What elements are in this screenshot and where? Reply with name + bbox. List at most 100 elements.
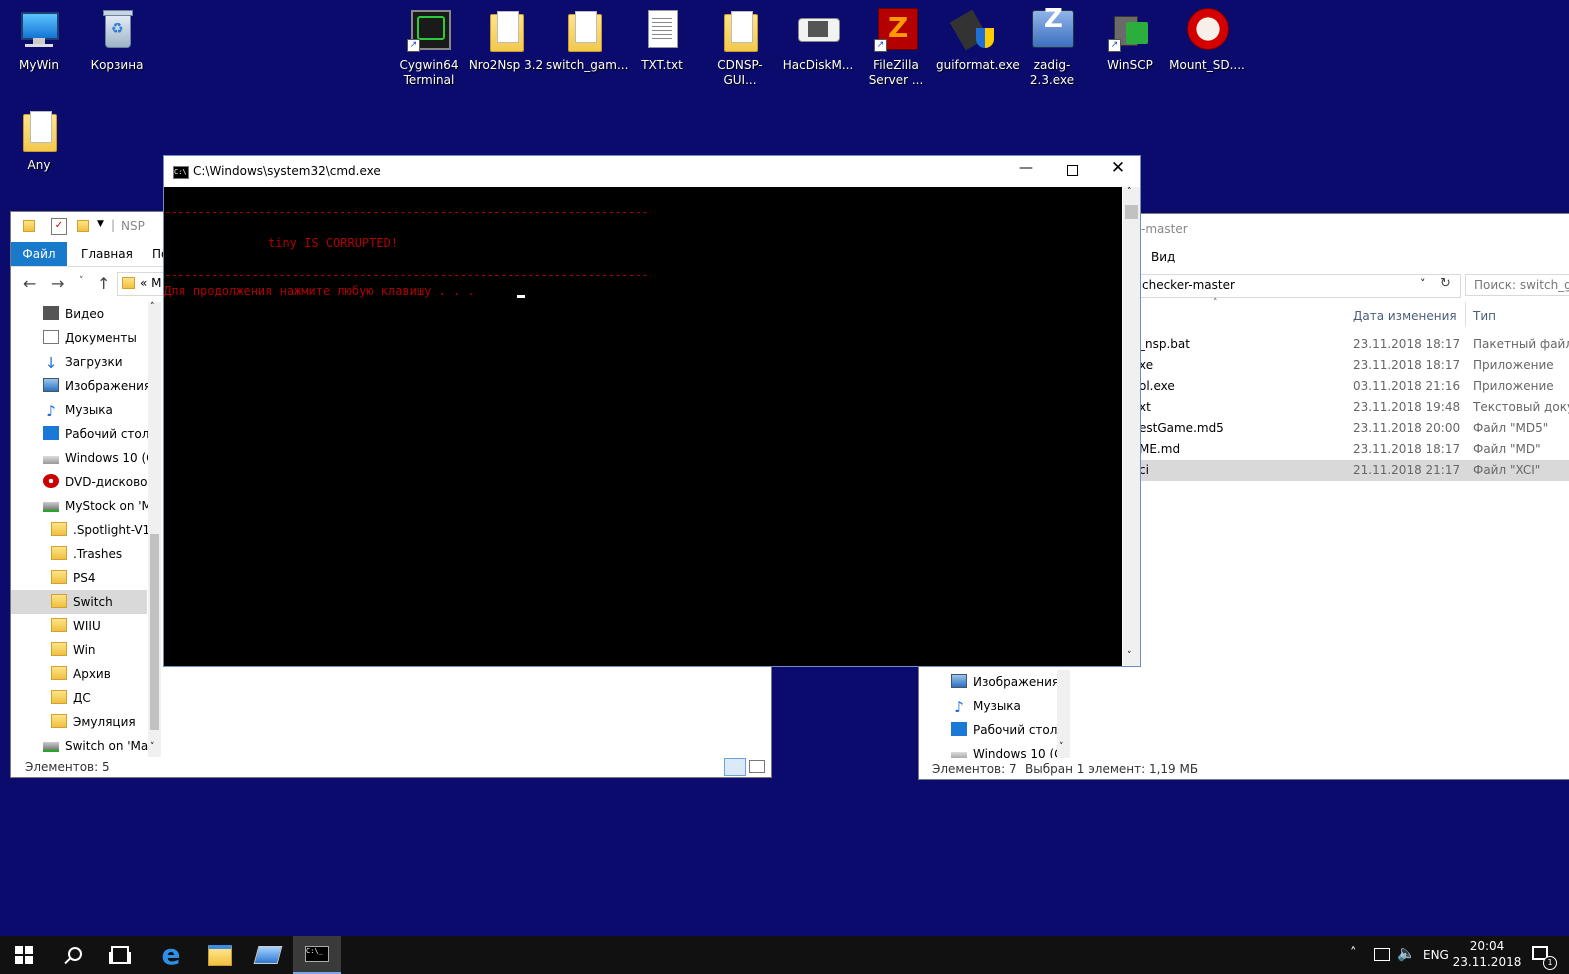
- details-view-icon[interactable]: [724, 758, 746, 776]
- maximize-button[interactable]: [1052, 160, 1092, 182]
- nav-item-mystock[interactable]: MyStock on 'Ma: [43, 494, 159, 518]
- nav-item-music[interactable]: ♪ Музыка: [43, 398, 113, 422]
- desktop-icon-switch-gam[interactable]: switch_gam...: [546, 8, 628, 73]
- address-text: « M: [140, 276, 162, 290]
- taskbar-file-explorer[interactable]: [196, 936, 244, 974]
- taskbar-cmd[interactable]: C:\_: [293, 936, 341, 974]
- nav-item-desktop[interactable]: Рабочий стол: [951, 718, 1057, 742]
- ribbon-tab-home[interactable]: Главная: [81, 247, 133, 261]
- recent-dropdown-icon[interactable]: ˅: [79, 276, 84, 286]
- scroll-up-icon[interactable]: ˄: [150, 302, 155, 312]
- desktop-icon-cdnsp[interactable]: CDNSP-GUI...: [702, 8, 778, 88]
- nav-item-drive-c[interactable]: Windows 10 (C:: [951, 742, 1067, 758]
- desktop-icon-cygwin[interactable]: ↗ Cygwin64 Terminal: [391, 8, 467, 88]
- desktop-icon-winscp[interactable]: ↗ WinSCP: [1092, 8, 1168, 73]
- nav-item-folder[interactable]: Win: [51, 638, 96, 662]
- scrollbar-thumb[interactable]: [150, 534, 159, 730]
- nav-item-documents[interactable]: Документы: [43, 326, 137, 350]
- video-icon: [43, 306, 59, 320]
- cmd-scrollbar[interactable]: ˄ ˅: [1123, 187, 1140, 666]
- dvd-drive-icon: [43, 474, 59, 488]
- nav-item-folder[interactable]: Архив: [51, 662, 111, 686]
- nav-item-folder[interactable]: .Trashes: [51, 542, 122, 566]
- new-folder-icon[interactable]: [77, 220, 89, 232]
- properties-icon[interactable]: ✓: [51, 218, 67, 235]
- show-hidden-icons-icon[interactable]: ˄: [1350, 946, 1357, 961]
- nav-item-downloads[interactable]: ↓ Загрузки: [43, 350, 123, 374]
- nav-item-pictures[interactable]: Изображения: [951, 670, 1059, 694]
- nav-item-switch-network[interactable]: Switch on 'Mac': [43, 734, 158, 757]
- taskbar-edge[interactable]: e: [147, 936, 195, 974]
- column-header-type[interactable]: Тип: [1473, 309, 1496, 323]
- desktop-icon-nro2nsp[interactable]: Nro2Nsp 3.2: [468, 8, 544, 73]
- desktop-icon-filezilla[interactable]: Z ↗ FileZilla Server ...: [858, 8, 934, 88]
- documents-icon: [43, 330, 59, 344]
- desktop-icon-mount-sd[interactable]: Mount_SD....: [1169, 8, 1245, 73]
- nav-item-drive-c[interactable]: Windows 10 (C:: [43, 446, 159, 470]
- status-bar: Элементов: 5: [11, 757, 771, 777]
- nav-item-pictures[interactable]: Изображения: [43, 374, 151, 398]
- clock-date: 23.11.2018: [1452, 955, 1522, 969]
- forward-arrow-icon[interactable]: →: [51, 274, 64, 293]
- cmd-title: C:\Windows\system32\cmd.exe: [193, 164, 381, 178]
- desktop-icon-hacdisk[interactable]: HacDiskM...: [780, 8, 856, 73]
- ribbon-tab-view[interactable]: Вид: [1151, 250, 1175, 264]
- desktop-icon-label: Mount_SD....: [1169, 58, 1245, 72]
- large-icons-view-icon[interactable]: [749, 760, 765, 773]
- navigation-pane: Изображения ♪ Музыка Рабочий стол Windows…: [919, 670, 1069, 758]
- desktop-icon-zadig[interactable]: Z zadig-2.3.exe: [1014, 6, 1090, 88]
- cmd-title-bar[interactable]: C:\ C:\Windows\system32\cmd.exe — ✕: [164, 156, 1140, 187]
- recycle-bin-icon: ♻: [95, 8, 139, 52]
- search-input[interactable]: Поиск: switch_ga: [1474, 278, 1569, 292]
- nav-item-folder[interactable]: PS4: [51, 566, 96, 590]
- minimize-button[interactable]: —: [1006, 160, 1046, 182]
- refresh-icon[interactable]: ↻: [1440, 276, 1451, 291]
- nav-item-folder[interactable]: WIIU: [51, 614, 101, 638]
- hard-drive-icon: [43, 456, 59, 464]
- nav-scrollbar[interactable]: ˄ ˅: [148, 302, 161, 757]
- nav-scrollbar[interactable]: ˅: [1057, 670, 1070, 758]
- scroll-up-icon[interactable]: ˄: [1127, 187, 1132, 197]
- pictures-icon: [43, 378, 59, 392]
- folder-icon: [23, 220, 35, 232]
- nav-item-dvd[interactable]: DVD-дисковод: [43, 470, 156, 494]
- language-indicator[interactable]: ENG: [1423, 948, 1449, 962]
- back-arrow-icon[interactable]: ←: [23, 274, 36, 293]
- column-header-date[interactable]: Дата изменения: [1353, 309, 1457, 323]
- clock[interactable]: 20:04 23.11.2018: [1452, 938, 1522, 972]
- scroll-down-icon[interactable]: ˅: [1127, 651, 1132, 661]
- desktop-icon-mywin[interactable]: MyWin: [1, 8, 77, 73]
- nav-item-video[interactable]: Видео: [43, 302, 104, 326]
- network-icon[interactable]: [1374, 948, 1390, 961]
- scroll-down-icon[interactable]: ˅: [1059, 742, 1064, 752]
- scroll-down-icon[interactable]: ˅: [150, 742, 155, 752]
- cmd-console[interactable]: ----------------------------------------…: [164, 187, 1122, 666]
- close-button[interactable]: ✕: [1098, 158, 1138, 182]
- nav-item-desktop[interactable]: Рабочий стол: [43, 422, 149, 446]
- desktop-icon-recycle-bin[interactable]: ♻ Корзина: [79, 8, 155, 73]
- volume-icon[interactable]: 🔈: [1397, 944, 1416, 962]
- search-button[interactable]: [48, 936, 96, 974]
- desktop-icon-guiformat[interactable]: guiformat.exe: [936, 8, 1020, 73]
- pictures-icon: [951, 674, 967, 688]
- taskbar-remote-app[interactable]: [244, 936, 292, 974]
- search-box[interactable]: Поиск: switch_ga: [1465, 274, 1569, 296]
- nav-item-folder[interactable]: Эмуляция: [51, 710, 136, 734]
- nav-item-folder[interactable]: ДС: [51, 686, 91, 710]
- address-bar[interactable]: checker-master ˅ ↻: [1139, 274, 1461, 298]
- ribbon-tab-file[interactable]: Файл: [11, 242, 67, 266]
- start-button[interactable]: [0, 936, 48, 974]
- task-view-button[interactable]: [96, 936, 144, 974]
- nav-item-folder[interactable]: .Spotlight-V10: [51, 518, 158, 542]
- address-dropdown-icon[interactable]: ˅: [1420, 277, 1426, 290]
- cmd-window[interactable]: C:\ C:\Windows\system32\cmd.exe — ✕ ----…: [163, 155, 1141, 667]
- nav-item-folder-selected[interactable]: Switch: [11, 590, 147, 614]
- quick-access-dropdown-icon[interactable]: ▼: [97, 219, 104, 229]
- up-arrow-icon[interactable]: ↑: [97, 274, 110, 293]
- switch-console-icon: [796, 8, 840, 52]
- desktop-icon-any[interactable]: Any: [1, 108, 77, 173]
- winscp-icon: ↗: [1108, 8, 1152, 52]
- nav-item-music[interactable]: ♪ Музыка: [951, 694, 1021, 718]
- desktop-icon-txt[interactable]: TXT.txt: [624, 8, 700, 73]
- scrollbar-thumb[interactable]: [1125, 205, 1138, 219]
